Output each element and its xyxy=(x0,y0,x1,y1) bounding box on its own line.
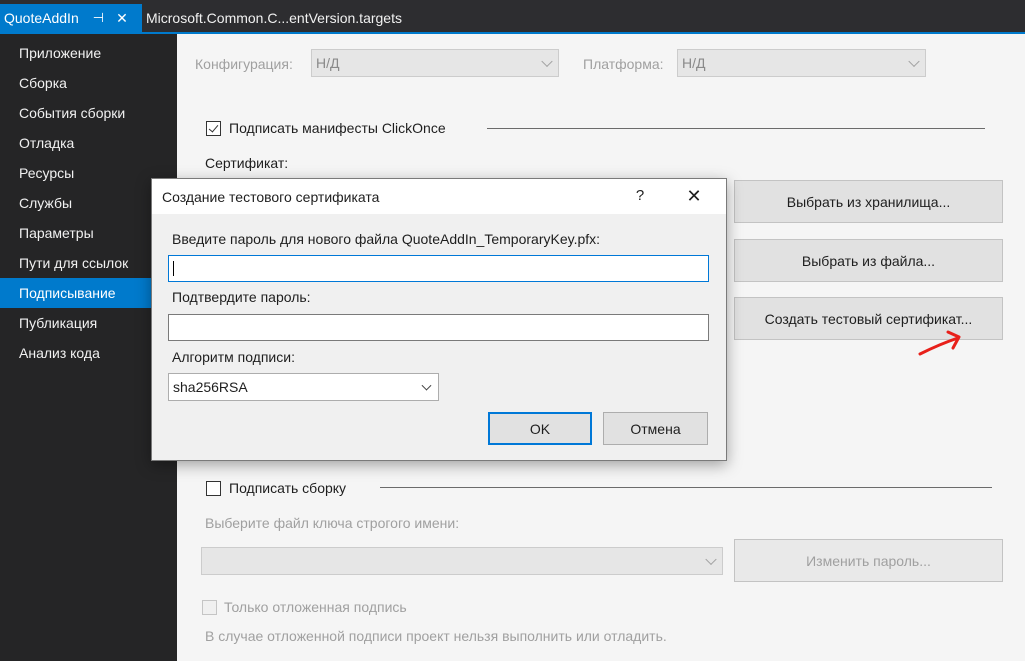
change-password-button[interactable]: Изменить пароль... xyxy=(734,539,1003,582)
help-icon[interactable]: ? xyxy=(630,185,650,207)
platform-select[interactable]: Н/Д xyxy=(677,49,926,77)
delay-sign-label: Только отложенная подпись xyxy=(224,599,407,615)
chevron-down-icon xyxy=(908,55,920,68)
sign-assembly-label: Подписать сборку xyxy=(229,480,347,496)
algorithm-label: Алгоритм подписи: xyxy=(172,349,295,365)
text-caret xyxy=(173,261,174,276)
tab-title: Microsoft.Common.C...entVersion.targets xyxy=(146,10,402,26)
create-test-certificate-dialog: Создание тестового сертификата ? ✕ Введи… xyxy=(151,178,727,461)
pin-icon[interactable]: ⊣ xyxy=(93,10,104,26)
sidebar-item[interactable]: Сборка xyxy=(0,68,177,98)
password-input[interactable] xyxy=(168,255,709,282)
algorithm-select[interactable]: sha256RSA xyxy=(168,373,439,401)
sidebar-item[interactable]: Приложение xyxy=(0,38,177,68)
strong-name-label: Выберите файл ключа строгого имени: xyxy=(205,515,460,531)
select-from-file-button[interactable]: Выбрать из файла... xyxy=(734,239,1003,282)
certificate-label: Сертификат: xyxy=(205,155,289,171)
close-tab-icon[interactable]: ✕ xyxy=(116,10,128,27)
chevron-down-icon xyxy=(705,553,717,566)
sign-manifests-checkbox[interactable] xyxy=(206,121,221,136)
confirm-password-input[interactable] xyxy=(168,314,709,341)
password-label: Введите пароль для нового файла QuoteAdd… xyxy=(172,231,601,247)
group-divider xyxy=(380,487,992,488)
sign-assembly-checkbox[interactable] xyxy=(206,481,221,496)
configuration-select[interactable]: Н/Д xyxy=(311,49,559,77)
sidebar-item[interactable]: События сборки xyxy=(0,98,177,128)
chevron-down-icon xyxy=(421,380,432,391)
configuration-label: Конфигурация: xyxy=(195,56,293,72)
confirm-password-label: Подтвердите пароль: xyxy=(172,289,311,305)
dialog-title: Создание тестового сертификата xyxy=(162,189,380,205)
chevron-down-icon xyxy=(541,55,553,68)
ok-button[interactable]: OK xyxy=(488,412,592,445)
algorithm-value: sha256RSA xyxy=(173,379,248,395)
delay-sign-checkbox[interactable] xyxy=(202,600,217,615)
sign-manifests-label: Подписать манифесты ClickOnce xyxy=(229,120,446,136)
tab-quoteaddin[interactable]: QuoteAddIn ⊣ ✕ xyxy=(0,4,142,32)
tab-title: QuoteAddIn xyxy=(4,10,79,26)
cancel-button[interactable]: Отмена xyxy=(603,412,708,445)
configuration-value: Н/Д xyxy=(316,55,340,71)
document-tab-bar: QuoteAddIn ⊣ ✕ Microsoft.Common.C...entV… xyxy=(0,0,1025,34)
platform-label: Платформа: xyxy=(583,56,664,72)
strong-name-key-select[interactable] xyxy=(201,547,723,575)
group-divider xyxy=(487,128,985,129)
dialog-title-bar: Создание тестового сертификата ? ✕ xyxy=(152,179,726,214)
tab-targets-file[interactable]: Microsoft.Common.C...entVersion.targets xyxy=(146,4,402,32)
close-icon[interactable]: ✕ xyxy=(683,185,705,207)
delay-sign-note: В случае отложенной подписи проект нельз… xyxy=(205,628,667,644)
red-arrow-annotation xyxy=(918,330,961,356)
select-from-store-button[interactable]: Выбрать из хранилища... xyxy=(734,180,1003,223)
sidebar-item[interactable]: Отладка xyxy=(0,128,177,158)
platform-value: Н/Д xyxy=(682,55,706,71)
